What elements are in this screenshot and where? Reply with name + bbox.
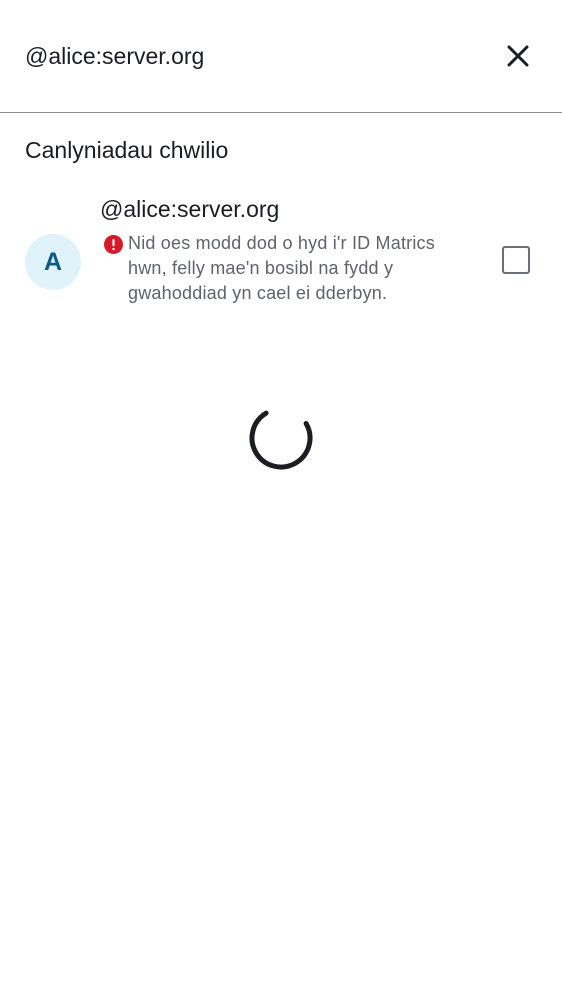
close-button[interactable] (496, 34, 540, 78)
select-user-checkbox[interactable] (502, 246, 530, 274)
close-icon (507, 45, 529, 67)
spinner-icon (249, 406, 313, 470)
search-result-row[interactable]: A @alice:server.org Nid oes modd dod o h… (0, 188, 562, 338)
user-id: @alice:server.org (100, 196, 280, 222)
search-results-heading: Canlyniadau chwilio (25, 137, 229, 163)
avatar: A (25, 234, 81, 290)
error-icon (104, 235, 123, 254)
invite-people-screen: @alice:server.org Canlyniadau chwilio A … (0, 0, 562, 1000)
search-input[interactable]: @alice:server.org (25, 40, 204, 72)
search-bar: @alice:server.org (0, 0, 562, 113)
unknown-matrix-id-warning: Nid oes modd dod o hyd i'r ID Matrics hw… (128, 233, 435, 303)
